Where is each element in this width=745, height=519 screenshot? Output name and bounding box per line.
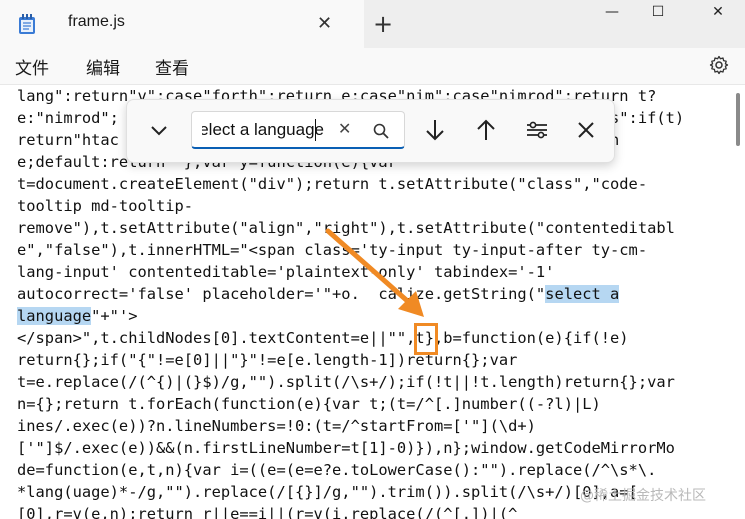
new-tab-button[interactable]: + <box>373 10 393 38</box>
find-panel: select a language ✕ <box>126 99 615 163</box>
code-line: *lang(uage)*-/g,"").replace(/[{}]/g,"").… <box>17 483 638 501</box>
text-caret <box>315 119 316 141</box>
close-window-button[interactable]: ✕ <box>695 0 741 28</box>
menu-view[interactable]: 查看 <box>155 54 189 79</box>
find-input[interactable]: select a language ✕ <box>191 111 405 149</box>
code-line: n={};return t.forEach(function(e){var t;… <box>17 395 601 413</box>
search-icon[interactable] <box>372 122 390 140</box>
tab-title: frame.js <box>68 13 125 30</box>
vertical-scrollbar[interactable] <box>736 93 740 146</box>
menu-file[interactable]: 文件 <box>15 54 49 79</box>
search-match: language <box>17 307 92 325</box>
maximize-button[interactable]: ☐ <box>635 0 681 28</box>
annotation-highlight-box <box>414 323 438 355</box>
code-line: "+"'> <box>91 307 138 325</box>
clear-icon[interactable]: ✕ <box>338 119 351 138</box>
code-line: autocorrect='false' placeholder='"+o. ca… <box>17 285 546 303</box>
annotation-arrow <box>325 228 424 317</box>
code-line: de=function(e,t,n){var i=((e=(e=e?e.toLo… <box>17 461 657 479</box>
code-line: t=e.replace(/(^{)|(}$)/g,"").split(/\s+/… <box>17 373 675 391</box>
notepad-icon <box>19 14 35 34</box>
code-line: ines/.exec(e))?n.lineNumbers=!0:(t=/^sta… <box>17 417 536 435</box>
code-line: t=document.createElement("div");return t… <box>17 175 648 193</box>
watermark: @稀土掘金技术社区 <box>580 488 706 504</box>
search-match: select a <box>545 285 620 303</box>
code-line: tooltip md-tooltip- <box>17 197 194 215</box>
code-line: </span>",t.childNodes[0].textContent=e||… <box>17 329 629 347</box>
menu-edit[interactable]: 编辑 <box>86 54 120 79</box>
code-line: lang-input' contenteditable='plaintext-o… <box>17 263 555 281</box>
chevron-down-icon[interactable] <box>143 114 175 146</box>
code-line: ['"]$/.exec(e))&&(n.firstLineNumber=t[1]… <box>17 439 675 457</box>
settings-icon[interactable] <box>709 55 729 75</box>
code-line: [0],r=v(e,n);return r||e==i||(r=v(i.repl… <box>17 505 518 519</box>
arrow-down-icon[interactable] <box>419 114 451 146</box>
code-line: return{};if("{"!=e[0]||"}"!=e[e.length-1… <box>17 351 518 369</box>
close-find-icon[interactable] <box>570 114 602 146</box>
title-bar: frame.js ✕ + — ☐ ✕ <box>0 0 745 48</box>
options-icon[interactable] <box>521 114 553 146</box>
menu-bar: 文件 编辑 查看 <box>0 48 745 85</box>
tab-frame-js[interactable]: frame.js ✕ <box>0 0 364 48</box>
arrow-up-icon[interactable] <box>470 114 502 146</box>
find-input-text: select a language <box>202 120 324 139</box>
close-icon[interactable]: ✕ <box>317 12 332 36</box>
minimize-button[interactable]: — <box>589 0 635 28</box>
